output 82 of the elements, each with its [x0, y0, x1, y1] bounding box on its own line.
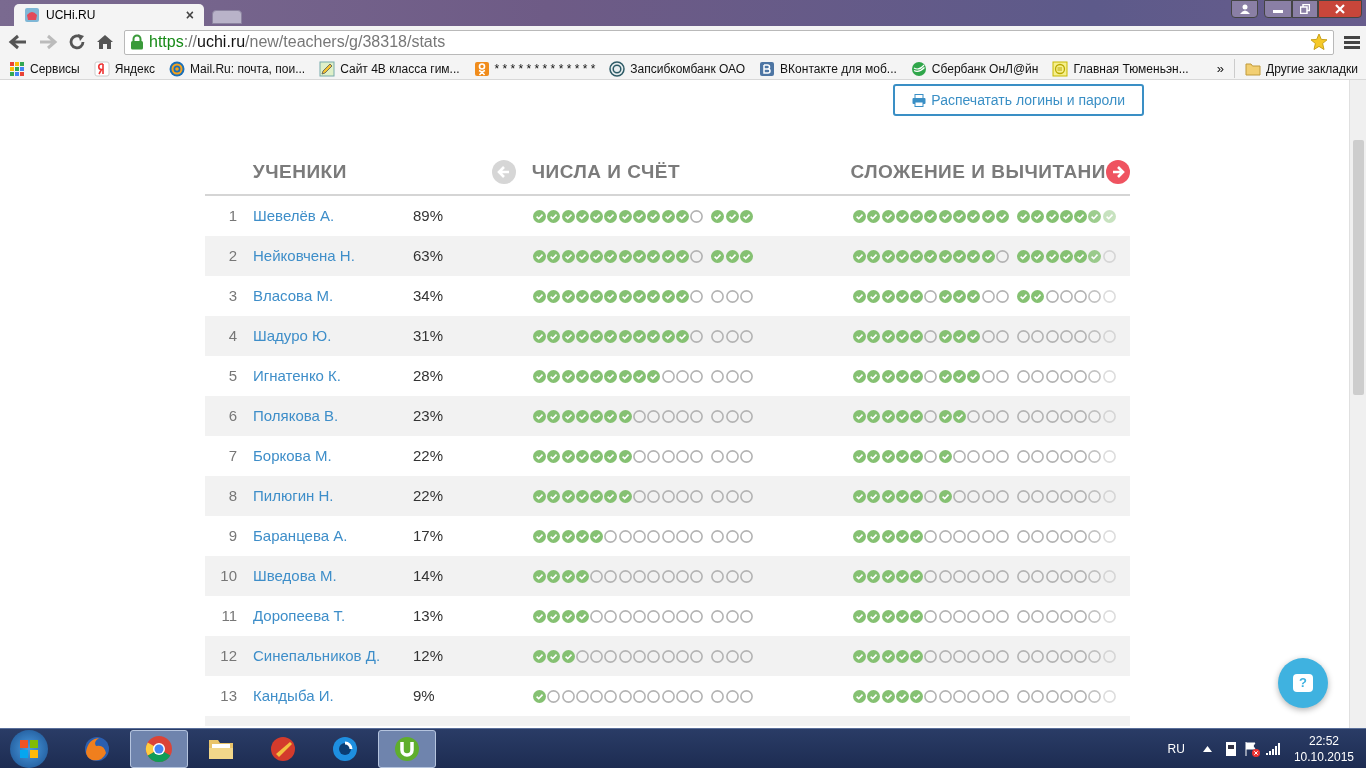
row-number: 11 — [220, 605, 238, 626]
apps-icon — [9, 60, 25, 77]
signal-icon[interactable] — [1265, 742, 1280, 755]
site-icon — [24, 7, 40, 23]
pencil-icon — [319, 60, 336, 77]
student-link[interactable]: Игнатенко К. — [253, 367, 342, 384]
restore-icon — [1300, 4, 1310, 14]
lock-icon — [130, 34, 144, 50]
user-button[interactable] — [1231, 0, 1258, 18]
tab-close-button[interactable]: × — [185, 4, 194, 26]
percent-value: 14% — [413, 567, 444, 584]
home-icon[interactable] — [96, 33, 114, 51]
bookmark[interactable]: Сервисы — [6, 59, 83, 78]
student-link[interactable]: Доропеева Т. — [253, 607, 346, 624]
row-number: 10 — [219, 565, 238, 586]
percent-value: 9% — [413, 687, 435, 704]
bookmark[interactable]: Сбербанк ОнЛ@йн — [907, 59, 1042, 78]
bookmark[interactable]: Запсибкомбанк ОАО — [606, 59, 749, 78]
row-number: 9 — [227, 525, 238, 546]
percent-value: 63% — [413, 247, 444, 264]
row-number: 5 — [227, 365, 238, 386]
bookmark[interactable]: * * * * * * * * * * * * * — [470, 59, 599, 78]
printer-icon — [912, 93, 927, 107]
student-link[interactable]: Боркова М. — [253, 447, 332, 464]
row-number: 6 — [227, 405, 238, 426]
flag-error-icon[interactable] — [1243, 740, 1260, 757]
reload-icon[interactable] — [68, 33, 86, 51]
row-number: 1 — [227, 205, 238, 226]
star-icon[interactable] — [1310, 33, 1328, 51]
percent-value: 31% — [413, 327, 444, 344]
tray-arrow-icon[interactable] — [1202, 745, 1212, 752]
row-number: 7 — [227, 445, 238, 466]
address-field[interactable]: https://uchi.ru/new/teachers/g/38318/stats — [124, 29, 1334, 55]
percent-value: 34% — [413, 287, 444, 304]
back-icon[interactable] — [8, 33, 28, 51]
folder-icon — [1245, 61, 1262, 76]
row-number: 3 — [227, 285, 238, 306]
windows-icon — [20, 739, 38, 758]
bookmark[interactable]: Сайт 4В класса гим... — [316, 59, 463, 78]
taskbar-app-button[interactable] — [378, 729, 436, 768]
percent-value: 12% — [413, 647, 444, 664]
row-number: 2 — [227, 245, 238, 266]
device-icon[interactable] — [1223, 740, 1238, 757]
row-number: 8 — [227, 485, 238, 506]
bookmark[interactable]: Mail.Ru: почта, пои... — [166, 59, 309, 78]
more-bookmarks-button[interactable]: » — [1210, 58, 1236, 79]
student-link[interactable]: Власова М. — [253, 287, 334, 304]
percent-value: 17% — [413, 527, 444, 544]
percent-value: 22% — [413, 447, 444, 464]
student-link[interactable]: Баранцева А. — [253, 527, 348, 544]
browser-tab[interactable]: UCHi.RU × — [14, 4, 204, 26]
column-header: ЧИСЛА И СЧЁТ — [531, 159, 682, 184]
language-indicator[interactable]: RU — [1167, 739, 1185, 758]
tab-title: UCHi.RU — [46, 7, 97, 24]
minimize-button[interactable] — [1264, 0, 1292, 18]
row-number: 4 — [227, 325, 238, 346]
bookmark[interactable]: Яндекс — [90, 59, 159, 78]
print-logins-button[interactable]: Распечатать логины и пароли — [893, 84, 1144, 116]
percent-value: 28% — [413, 367, 444, 384]
percent-value: 13% — [413, 607, 444, 624]
student-link[interactable]: Кандыба И. — [253, 687, 334, 704]
user-icon — [1239, 4, 1250, 14]
maximize-button[interactable] — [1292, 0, 1318, 18]
row-number: 13 — [219, 685, 238, 706]
student-link[interactable]: Шевелёв А. — [253, 207, 335, 224]
bookmark[interactable]: ВКонтакте для моб... — [756, 59, 900, 78]
menu-icon[interactable] — [1344, 35, 1360, 49]
chrome-icon — [144, 733, 174, 764]
percent-value: 23% — [413, 407, 444, 424]
start-button[interactable] — [10, 729, 48, 768]
percent-value: 89% — [413, 207, 444, 224]
scrollbar-thumb[interactable] — [1352, 140, 1364, 395]
percent-value: 22% — [413, 487, 444, 504]
taskbar-app-button[interactable] — [130, 729, 188, 768]
close-icon — [1335, 4, 1345, 14]
other-bookmarks-folder[interactable]: Другие закладки — [1245, 59, 1358, 78]
column-header: СЛОЖЕНИЕ И ВЫЧИТАНИ — [850, 159, 1106, 184]
close-button[interactable] — [1318, 0, 1362, 18]
column-header: УЧЕНИКИ — [252, 159, 348, 184]
row-number: 12 — [219, 645, 238, 666]
clock[interactable]: 22:52 10.10.2015 — [1293, 732, 1354, 765]
bookmark[interactable]: Главная Тюменьэн... — [1049, 59, 1192, 78]
